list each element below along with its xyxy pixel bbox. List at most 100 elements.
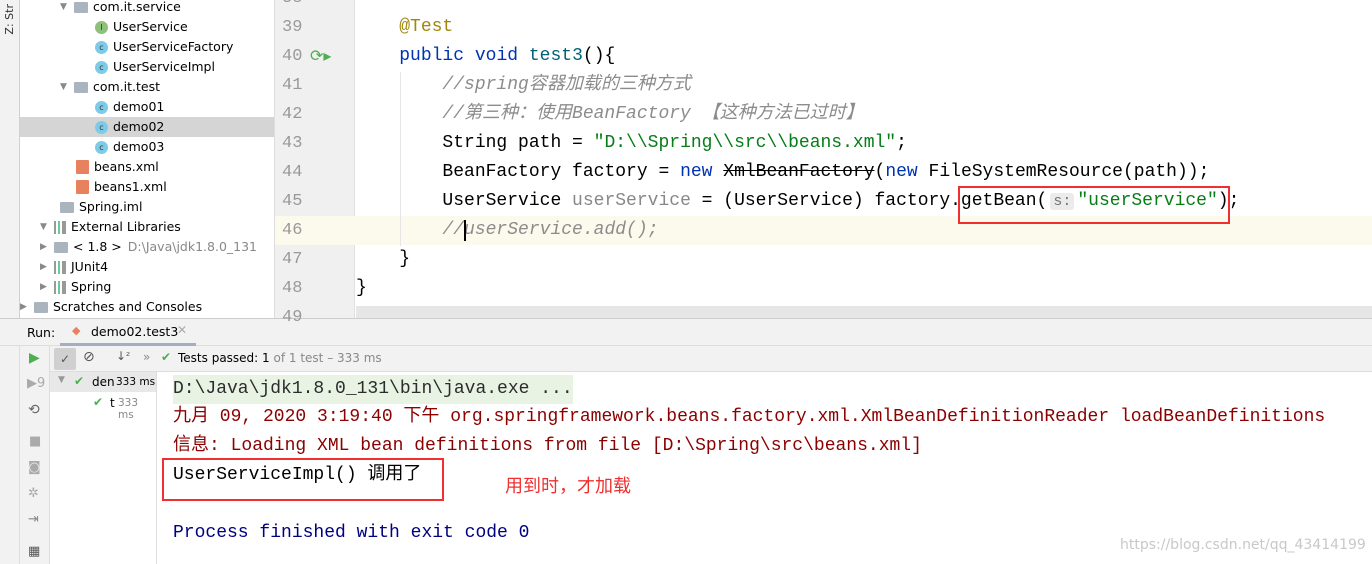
tab-demo02-test3[interactable]: ◆ demo02.test3 ✕	[60, 319, 196, 346]
tree-item-label: beans1.xml	[94, 179, 167, 194]
tree-item[interactable]: c demo02	[20, 117, 274, 137]
run-test-icon[interactable]: ⟳▸	[310, 46, 331, 65]
line-number: 48	[282, 279, 303, 298]
package-icon	[74, 1, 88, 13]
tree-item[interactable]: c demo01	[95, 97, 164, 117]
chevron-down-icon[interactable]: ▼	[60, 0, 74, 17]
code-line-44: BeanFactory factory = new XmlBeanFactory…	[442, 162, 1210, 182]
exit-icon[interactable]: ⇥	[28, 512, 39, 527]
test-class-icon: c	[95, 140, 108, 154]
console-line-command: D:\Java\jdk1.8.0_131\bin\java.exe ...	[173, 375, 573, 404]
chevron-right-icon[interactable]: ▶	[40, 257, 54, 277]
chevron-down-icon[interactable]: ▼	[40, 217, 54, 237]
tree-item-label: External Libraries	[71, 219, 181, 234]
tree-item-label: beans.xml	[94, 159, 159, 174]
xml-icon	[76, 180, 89, 194]
layout-icon[interactable]: ▦	[28, 544, 40, 559]
tree-item-label: com.it.test	[93, 79, 161, 94]
rerun-icon[interactable]: ▶	[29, 350, 40, 366]
annotation-text: 用到时，才加载	[505, 476, 631, 497]
class-icon: c	[95, 60, 108, 74]
tree-item-label: < 1.8 >	[73, 239, 122, 254]
test-status: Tests passed: 1 of 1 test – 333 ms	[178, 351, 382, 365]
check-icon: ✔	[161, 350, 172, 364]
scratches-icon	[34, 301, 48, 313]
tree-item[interactable]: I UserService	[95, 17, 188, 37]
code-line-40: public void test3(){	[399, 46, 616, 66]
run-label: Run:	[27, 325, 56, 340]
check-icon: ✔	[74, 374, 85, 388]
tree-item[interactable]: ▼ com.it.service	[60, 0, 181, 17]
chevron-right-icon[interactable]: ▶	[40, 277, 54, 297]
left-tool-strip: Z: Str	[0, 0, 20, 318]
line-number: 47	[282, 250, 303, 269]
left-tool-strip-bottom	[0, 346, 20, 564]
structure-tab[interactable]: Z: Str	[3, 4, 16, 35]
tree-item[interactable]: Spring.iml	[60, 197, 142, 217]
line-number: 44	[282, 163, 303, 182]
console-line-exit: Process finished with exit code 0	[173, 523, 530, 543]
toggle-auto-test-icon[interactable]: ⟲	[28, 402, 40, 418]
tree-item-label: com.it.service	[93, 0, 181, 14]
tree-item[interactable]: c UserServiceFactory	[95, 37, 233, 57]
tree-item-label: demo01	[113, 99, 165, 114]
libraries-icon	[54, 220, 66, 234]
tree-item[interactable]: beans1.xml	[76, 177, 167, 197]
stop-icon[interactable]: ■	[29, 434, 41, 449]
test-item-class[interactable]: ▼ ✔ den 333 ms	[50, 372, 156, 392]
code-line-41: //spring容器加载的三种方式	[442, 75, 691, 95]
tree-item[interactable]: ▶ < 1.8 > D:\Java\jdk1.8.0_131	[40, 237, 257, 257]
close-icon[interactable]: ✕	[177, 323, 187, 337]
tree-item[interactable]: ▶ Spring	[40, 277, 111, 297]
code-line-43: String path = "D:\\Spring\\src\\beans.xm…	[442, 133, 907, 153]
check-icon: ✔	[93, 395, 104, 409]
test-class-icon: c	[95, 120, 108, 134]
horizontal-scrollbar[interactable]	[356, 306, 1372, 318]
chevron-down-icon[interactable]: ▼	[60, 77, 74, 97]
chevron-right-icon[interactable]: ▶	[20, 297, 34, 317]
watermark: https://blog.csdn.net/qq_43414199	[1120, 537, 1366, 553]
tree-item[interactable]: ▼ External Libraries	[40, 217, 181, 237]
show-passed-toggle[interactable]: ✓	[54, 348, 76, 370]
tree-item[interactable]: beans.xml	[76, 157, 159, 177]
tree-item-label: demo02	[113, 119, 165, 134]
show-ignored-icon[interactable]: ⊘	[83, 349, 95, 365]
tree-item[interactable]: c UserServiceImpl	[95, 57, 215, 77]
tree-item-label: demo03	[113, 139, 165, 154]
line-number: 42	[282, 105, 303, 124]
package-icon	[74, 81, 88, 93]
code-line-42: //第三种：使用BeanFactory 【这种方法已过时】	[442, 104, 864, 124]
camera-icon[interactable]: ◙	[28, 460, 41, 475]
project-tree: ▼ com.it.service I UserService c UserServiceF…	[20, 0, 275, 318]
console-line-log-info: 信息: Loading XML bean definitions from fi…	[173, 436, 922, 456]
settings-icon[interactable]: ✲	[28, 486, 39, 501]
tree-item-detail: D:\Java\jdk1.8.0_131	[127, 239, 258, 254]
code-line-39: @Test	[399, 17, 454, 37]
run-toolbar: ✓ ⊘ ↓ᶻ » ✔ Tests passed: 1 of 1 test – 3…	[50, 346, 1372, 372]
line-number: 38	[282, 0, 312, 13]
rerun-failed-icon[interactable]: ▶9	[27, 376, 45, 391]
code-line-47: }	[399, 249, 411, 269]
tree-item-label: JUnit4	[71, 259, 109, 274]
more-icon[interactable]: »	[143, 350, 150, 364]
tree-item-label: Spring	[71, 279, 112, 294]
library-icon	[54, 260, 66, 274]
tree-item[interactable]: ▼ com.it.test	[60, 77, 160, 97]
tree-item-label: Spring.iml	[79, 199, 143, 214]
sort-icon[interactable]: ↓ᶻ	[116, 349, 130, 363]
tree-item-label: UserServiceImpl	[113, 59, 215, 74]
console-line-log-header: 九月 09, 2020 3:19:40 下午 org.springframewo…	[173, 407, 1326, 427]
class-icon: c	[95, 40, 108, 54]
tree-item[interactable]: ▶ JUnit4	[40, 257, 108, 277]
tree-item[interactable]: c demo03	[95, 137, 164, 157]
tree-item-label: UserService	[113, 19, 188, 34]
tree-item[interactable]: ▶ Scratches and Consoles	[20, 297, 202, 317]
chevron-right-icon[interactable]: ▶	[40, 237, 54, 257]
line-number: 43	[282, 134, 303, 153]
run-side-toolbar: ▶ ▶9 ⟲ ■ ◙ ✲ ⇥ ▦	[20, 346, 50, 564]
interface-icon: I	[95, 20, 108, 34]
highlight-box-output	[162, 458, 444, 501]
test-item-method[interactable]: ✔ t 333 ms	[50, 393, 156, 421]
line-number: 41	[282, 76, 303, 95]
text-cursor	[464, 220, 466, 241]
